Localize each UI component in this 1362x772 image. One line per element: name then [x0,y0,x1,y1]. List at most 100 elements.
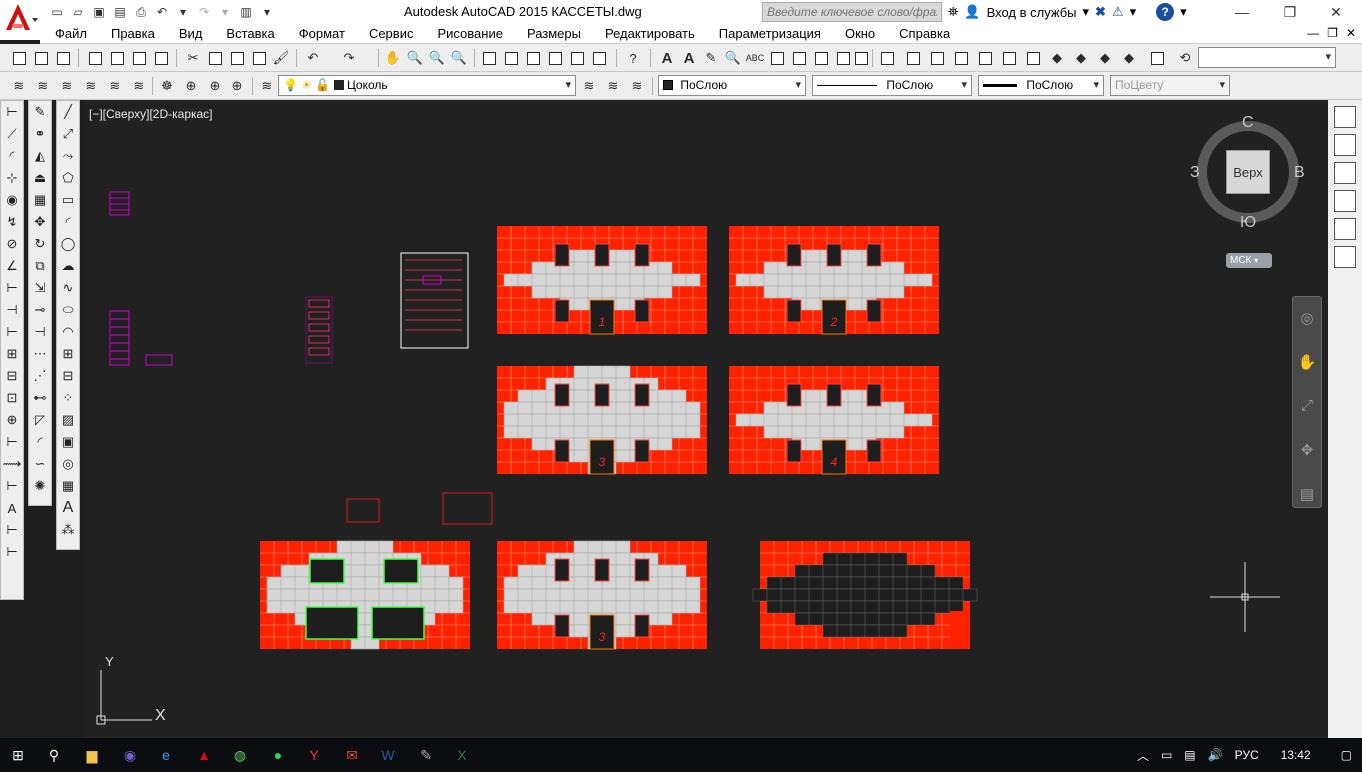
doc-close-button[interactable]: ✕ [1346,26,1356,40]
wcs-menu-button[interactable]: МСК ▾ [1226,253,1272,268]
view-left-icon[interactable] [952,49,970,67]
search-input[interactable] [763,3,941,21]
search-box[interactable] [762,2,942,22]
layer-tool-icon-4[interactable] [1334,190,1356,212]
language-indicator[interactable]: РУС [1235,748,1259,762]
camera-icon[interactable] [1148,49,1166,67]
linear-dim-icon[interactable]: ⊢ [1,101,23,123]
chevron-down-icon[interactable]: ▾ [1083,4,1090,20]
layer-state-icon[interactable]: ≋ [34,77,52,95]
offset-icon[interactable]: ⏏ [29,167,51,189]
redo-toolbar-icon[interactable]: ↷ [340,49,358,67]
move-icon[interactable]: ✥ [29,211,51,233]
chamfer-icon[interactable]: ◸ [29,409,51,431]
undo-toolbar-icon[interactable]: ↶ [304,49,322,67]
match-properties-icon[interactable]: 🖌 [272,49,290,67]
menu-tools[interactable]: Сервис [369,26,414,41]
layer-tool-icon-2[interactable] [1334,134,1356,156]
layer-manager-icon[interactable]: ≋ [258,77,276,95]
chrome-icon[interactable]: ◍ [228,743,252,767]
excel-icon[interactable]: X [450,743,474,767]
tray-chevron-icon[interactable]: ︿ [1137,747,1149,764]
tolerance-icon[interactable]: ⊡ [1,387,23,409]
break-icon[interactable]: ⋰ [29,365,51,387]
menu-edit[interactable]: Правка [111,26,155,41]
make-block-icon[interactable]: ⊟ [57,365,79,387]
compass-north[interactable]: С [1242,114,1254,132]
whatsapp-icon[interactable]: ● [266,743,290,767]
compass-east[interactable]: В [1294,164,1305,182]
fillet-icon[interactable]: ◜ [29,431,51,453]
center-mark-icon[interactable]: ⊕ [1,409,23,431]
dim-style-icon[interactable]: ⊢ [1,541,23,563]
application-menu-button[interactable] [0,0,40,40]
menu-parametric[interactable]: Параметризация [719,26,821,41]
region-icon[interactable]: ◎ [57,453,79,475]
extend-icon[interactable]: ⊣ [29,321,51,343]
undo-dropdown-icon[interactable]: ▾ [174,3,192,21]
view-top-icon[interactable] [904,49,922,67]
layer-combo[interactable]: 💡 ☀ 🔓 Цоколь [278,75,576,96]
autocad-taskbar-icon[interactable]: ▲ [192,743,216,767]
gradient-icon[interactable]: ▣ [57,431,79,453]
sheet-set-icon[interactable] [546,49,564,67]
radius-dim-icon[interactable]: ◉ [1,189,23,211]
clock[interactable]: 13:42 [1281,748,1311,762]
layer-states-icon[interactable]: ≋ [628,77,646,95]
properties-icon[interactable] [480,49,498,67]
3d-print-icon[interactable] [152,49,170,67]
quick-dim-icon[interactable]: ⊢ [1,277,23,299]
view-ne-iso-icon[interactable]: ◆ [1096,49,1114,67]
find-text-icon[interactable]: 🔍 [724,49,742,67]
menu-view[interactable]: Вид [179,26,203,41]
dim-break-icon[interactable]: ⊟ [1,365,23,387]
menu-dimension[interactable]: Размеры [527,26,581,41]
search-icon[interactable]: ⚲ [42,743,66,767]
layer-properties-icon[interactable]: ≋ [10,77,28,95]
layer-tool-icon-5[interactable] [1334,218,1356,240]
pan-icon[interactable]: ✋ [384,49,402,67]
angular-dim-icon[interactable]: ∠ [1,255,23,277]
add-selected-icon[interactable]: ⁂ [57,519,79,541]
menu-modify[interactable]: Редактировать [605,26,695,41]
break-point-icon[interactable]: ⋯ [29,343,51,365]
yandex-icon[interactable]: Y [302,743,326,767]
compass-west[interactable]: З [1190,164,1200,182]
volume-icon[interactable]: 🔊 [1208,748,1223,762]
binoculars-icon[interactable]: ⛯ [948,4,958,20]
mirror-icon[interactable]: ◭ [29,145,51,167]
help-icon[interactable]: ? [1156,3,1175,21]
orbit-icon[interactable]: ✥ [1295,441,1319,465]
point-icon[interactable]: ⁘ [57,387,79,409]
redo-icon[interactable]: ↷ [195,3,213,21]
doc-restore-button[interactable]: ❐ [1327,26,1338,40]
open-icon[interactable] [32,49,50,67]
dim-edit-icon[interactable]: ⊢ [1,475,23,497]
zoom-previous-icon[interactable]: 🔍 [450,49,468,67]
signin-link[interactable]: Вход в службы [987,5,1077,20]
paint-icon[interactable]: ✎ [414,743,438,767]
start-windows-icon[interactable]: ⊞ [6,743,30,767]
mtext-draw-icon[interactable]: A [57,497,79,519]
ellipse-arc-icon[interactable]: ◠ [57,321,79,343]
trim-icon[interactable]: ⊸ [29,299,51,321]
inspect-icon[interactable]: ⊢ [1,431,23,453]
convert-text-icon[interactable] [812,49,830,67]
ucs-icon[interactable]: ⟲ [1176,49,1194,67]
layer-previous-icon[interactable]: ≋ [58,77,76,95]
pan-nav-icon[interactable]: ✋ [1295,353,1319,377]
layer-walk-icon[interactable]: ☸ [158,77,176,95]
workspace-icon[interactable]: ▥ [237,3,255,21]
print-icon[interactable] [86,49,104,67]
battery-icon[interactable]: ▭ [1161,748,1172,762]
paste-block-icon[interactable] [250,49,268,67]
diameter-dim-icon[interactable]: ⊘ [1,233,23,255]
ordinate-dim-icon[interactable]: ⊹ [1,167,23,189]
revcloud-icon[interactable]: ☁ [57,255,79,277]
quickcalc-icon[interactable] [590,49,608,67]
color-combo[interactable]: ПоСлою [658,75,806,96]
new-file-icon[interactable]: ▭ [48,3,66,21]
text-frame-icon[interactable] [852,49,870,67]
layer-tool-icon-1[interactable] [1334,106,1356,128]
publish-icon[interactable] [130,49,148,67]
